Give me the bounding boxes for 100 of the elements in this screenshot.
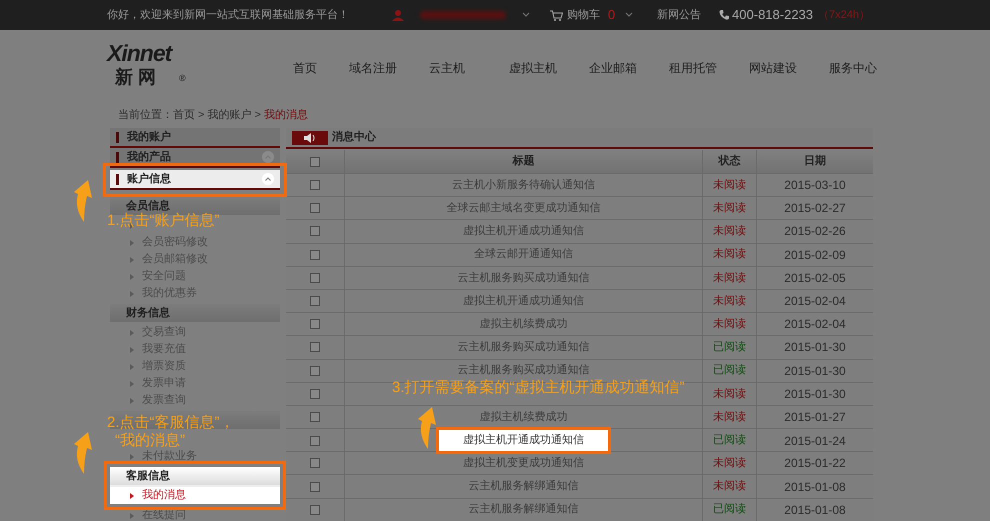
bullet-icon bbox=[130, 380, 134, 386]
curved-arrow-icon bbox=[74, 430, 94, 476]
message-title-link[interactable]: 云主机小新服务待确认通知信 bbox=[452, 176, 595, 194]
callout-text: 3.打开需要备案的“虚拟主机开通成功通知信” bbox=[392, 379, 684, 396]
status-text: 未阅读 bbox=[703, 313, 757, 336]
message-title-link[interactable]: 虚拟主机开通成功通知信 bbox=[463, 292, 584, 310]
group-heading: 财务信息 bbox=[110, 304, 280, 322]
logo-chinese-text: 新 网 bbox=[115, 68, 156, 86]
nav-link[interactable]: 服务中心 bbox=[829, 59, 909, 77]
row-checkbox[interactable] bbox=[310, 226, 320, 236]
row-checkbox[interactable] bbox=[310, 180, 320, 190]
message-title-link[interactable]: 全球云邮主域名变更成功通知信 bbox=[446, 200, 600, 217]
nav-link[interactable]: 云主机 bbox=[429, 59, 509, 77]
curved-arrow-icon bbox=[418, 405, 438, 451]
phone-number: 400-818-2233 bbox=[732, 6, 814, 24]
callout-text: 1.点击“账户信息” bbox=[107, 212, 220, 229]
status-text: 未阅读 bbox=[703, 475, 757, 498]
message-title-link[interactable]: 云主机服务购买成功通知信 bbox=[458, 270, 590, 286]
breadcrumb-link[interactable]: 首页 bbox=[173, 106, 195, 124]
status-text: 未阅读 bbox=[703, 197, 757, 220]
callout-text: 2.点击“客服信息”， bbox=[107, 414, 234, 431]
chevron-down-icon bbox=[522, 12, 530, 18]
notice-link[interactable]: 新网公告 bbox=[657, 6, 702, 24]
date-text: 2015-01-08 bbox=[783, 478, 847, 496]
row-checkbox[interactable] bbox=[310, 412, 320, 422]
bullet-icon bbox=[130, 274, 134, 280]
status-text: 未阅读 bbox=[703, 406, 757, 428]
status-text: 已阅读 bbox=[703, 360, 757, 382]
status-text: 已阅读 bbox=[703, 336, 757, 358]
nav-link[interactable]: 网站建设 bbox=[749, 59, 829, 77]
nav-link[interactable]: 域名注册 bbox=[349, 59, 429, 77]
breadcrumb-link[interactable]: 我的账户 bbox=[207, 106, 252, 124]
bullet-icon bbox=[130, 240, 134, 246]
row-checkbox[interactable] bbox=[310, 342, 320, 352]
message-title-link[interactable]: 虚拟主机开通成功通知信 bbox=[463, 223, 584, 240]
bullet-icon bbox=[130, 454, 134, 460]
message-title-link[interactable]: 云主机服务购买成功通知信 bbox=[458, 362, 590, 379]
row-checkbox[interactable] bbox=[310, 436, 320, 446]
callout-text: “我的消息” bbox=[115, 432, 185, 449]
message-title-link[interactable]: 云主机服务购买成功通知信 bbox=[458, 339, 590, 356]
status-text: 已阅读 bbox=[703, 498, 757, 521]
bullet-icon bbox=[130, 492, 134, 498]
date-text: 2015-02-04 bbox=[783, 293, 847, 310]
row-checkbox[interactable] bbox=[310, 203, 320, 214]
redacted-username-icon bbox=[418, 9, 508, 21]
sidebar-section[interactable]: 我的账户 bbox=[110, 128, 280, 148]
date-text: 2015-01-30 bbox=[783, 386, 847, 403]
phone-icon bbox=[719, 10, 730, 20]
chevron-down-icon bbox=[625, 12, 634, 18]
bullet-icon bbox=[130, 364, 134, 370]
status-text: 未阅读 bbox=[703, 452, 757, 474]
status-text: 未阅读 bbox=[703, 174, 757, 196]
date-text: 2015-02-04 bbox=[783, 316, 847, 334]
collapse-icon bbox=[262, 151, 274, 163]
message-title-link[interactable]: 云主机服务解绑通知信 bbox=[468, 478, 578, 495]
cart-label[interactable]: 购物车 bbox=[566, 6, 600, 24]
bullet-icon bbox=[130, 512, 134, 518]
message-title-link[interactable]: 云主机服务解绑通知信 bbox=[468, 501, 578, 518]
date-text: 2015-01-24 bbox=[783, 432, 847, 450]
row-checkbox[interactable] bbox=[310, 388, 320, 399]
registered-mark: ® bbox=[179, 74, 186, 83]
message-title-link[interactable]: 全球云邮开通通知信 bbox=[474, 246, 573, 263]
welcome-text: 你好，欢迎来到新网一站式互联网基础服务平台！ bbox=[107, 8, 349, 23]
message-title-link[interactable]: 虚拟主机变更成功通知信 bbox=[463, 455, 584, 472]
message-title-link[interactable]: 虚拟主机续费成功 bbox=[480, 316, 568, 332]
bullet-icon bbox=[130, 346, 134, 352]
breadcrumb-separator: > bbox=[254, 108, 261, 123]
column-header: 状态 bbox=[703, 150, 757, 173]
breadcrumb-label: 当前位置： bbox=[118, 108, 173, 123]
column-header: 标题 bbox=[345, 150, 703, 173]
row-checkbox[interactable] bbox=[310, 482, 320, 492]
bullet-icon bbox=[130, 330, 134, 336]
date-text: 2015-01-08 bbox=[783, 502, 847, 519]
message-title-link[interactable]: 虚拟主机开通成功通知信 bbox=[436, 427, 611, 454]
row-checkbox[interactable] bbox=[310, 250, 320, 260]
logo-wordmark: Xinnet bbox=[107, 42, 172, 65]
date-text: 2015-02-05 bbox=[783, 270, 847, 287]
bullet-icon bbox=[130, 290, 134, 296]
nav-link[interactable]: 企业邮箱 bbox=[589, 59, 669, 77]
row-checkbox[interactable] bbox=[310, 296, 320, 306]
message-title-link[interactable]: 虚拟主机续费成功 bbox=[480, 408, 568, 426]
row-checkbox[interactable] bbox=[310, 366, 320, 376]
group-heading: 客服信息 bbox=[110, 467, 280, 485]
nav-link[interactable]: 首页 bbox=[293, 59, 349, 77]
status-text: 未阅读 bbox=[703, 244, 757, 266]
row-checkbox[interactable] bbox=[310, 504, 320, 515]
row-checkbox[interactable] bbox=[310, 272, 320, 283]
bullet-icon bbox=[130, 398, 134, 404]
status-text: 未阅读 bbox=[703, 220, 757, 243]
nav-link[interactable]: 租用托管 bbox=[669, 59, 749, 77]
row-checkbox[interactable] bbox=[310, 319, 320, 330]
date-text: 2015-02-09 bbox=[783, 246, 847, 264]
collapse-icon bbox=[262, 173, 274, 185]
date-text: 2015-01-30 bbox=[783, 339, 847, 356]
column-header: 日期 bbox=[803, 154, 827, 170]
breadcrumb-link[interactable]: 我的消息 bbox=[264, 106, 308, 124]
panel-title: 消息中心 bbox=[332, 130, 376, 146]
select-all-checkbox[interactable] bbox=[310, 156, 320, 166]
nav-link[interactable]: 虚拟主机 bbox=[509, 59, 589, 77]
row-checkbox[interactable] bbox=[310, 458, 320, 468]
